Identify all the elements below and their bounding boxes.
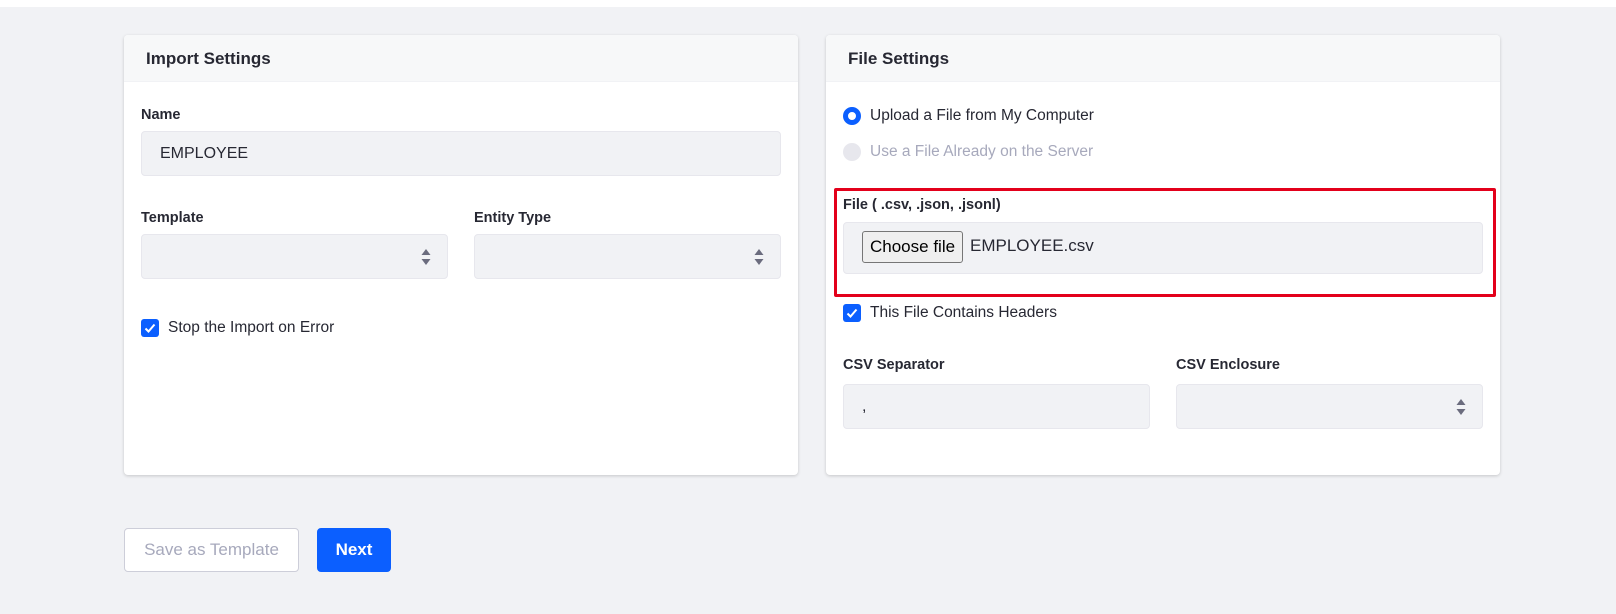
template-label: Template xyxy=(141,210,204,226)
checkmark-icon xyxy=(846,308,858,318)
csv-separator-label: CSV Separator xyxy=(843,357,945,373)
upload-file-label[interactable]: Upload a File from My Computer xyxy=(870,107,1094,125)
headers-label[interactable]: This File Contains Headers xyxy=(870,304,1057,322)
name-input-value: EMPLOYEE xyxy=(160,144,249,162)
template-select[interactable] xyxy=(141,234,448,279)
upload-file-radio[interactable] xyxy=(843,107,861,125)
top-strip xyxy=(0,0,1616,7)
next-button[interactable]: Next xyxy=(317,528,391,572)
server-file-label: Use a File Already on the Server xyxy=(870,143,1094,160)
csv-enclosure-select[interactable] xyxy=(1176,384,1483,429)
select-arrows-icon xyxy=(1456,398,1466,415)
entity-type-select[interactable] xyxy=(474,234,781,279)
csv-separator-input[interactable]: , xyxy=(843,384,1150,429)
import-settings-card: Import Settings Name EMPLOYEE Template E… xyxy=(124,35,798,475)
stop-on-error-label[interactable]: Stop the Import on Error xyxy=(168,319,334,337)
select-arrows-icon xyxy=(754,248,764,265)
server-file-radio xyxy=(843,143,861,161)
stop-on-error-checkbox[interactable] xyxy=(141,319,159,337)
csv-separator-value: , xyxy=(862,397,867,415)
save-as-template-button[interactable]: Save as Template xyxy=(124,528,299,572)
file-highlight-box xyxy=(834,188,1496,297)
entity-type-label: Entity Type xyxy=(474,210,552,226)
import-settings-title: Import Settings xyxy=(124,35,798,82)
select-arrows-icon xyxy=(421,248,431,265)
checkmark-icon xyxy=(144,323,156,333)
csv-enclosure-label: CSV Enclosure xyxy=(1176,357,1280,373)
name-label: Name xyxy=(141,107,181,123)
file-settings-title: File Settings xyxy=(826,35,1500,82)
headers-checkbox[interactable] xyxy=(843,304,861,322)
name-input[interactable]: EMPLOYEE xyxy=(141,131,781,176)
